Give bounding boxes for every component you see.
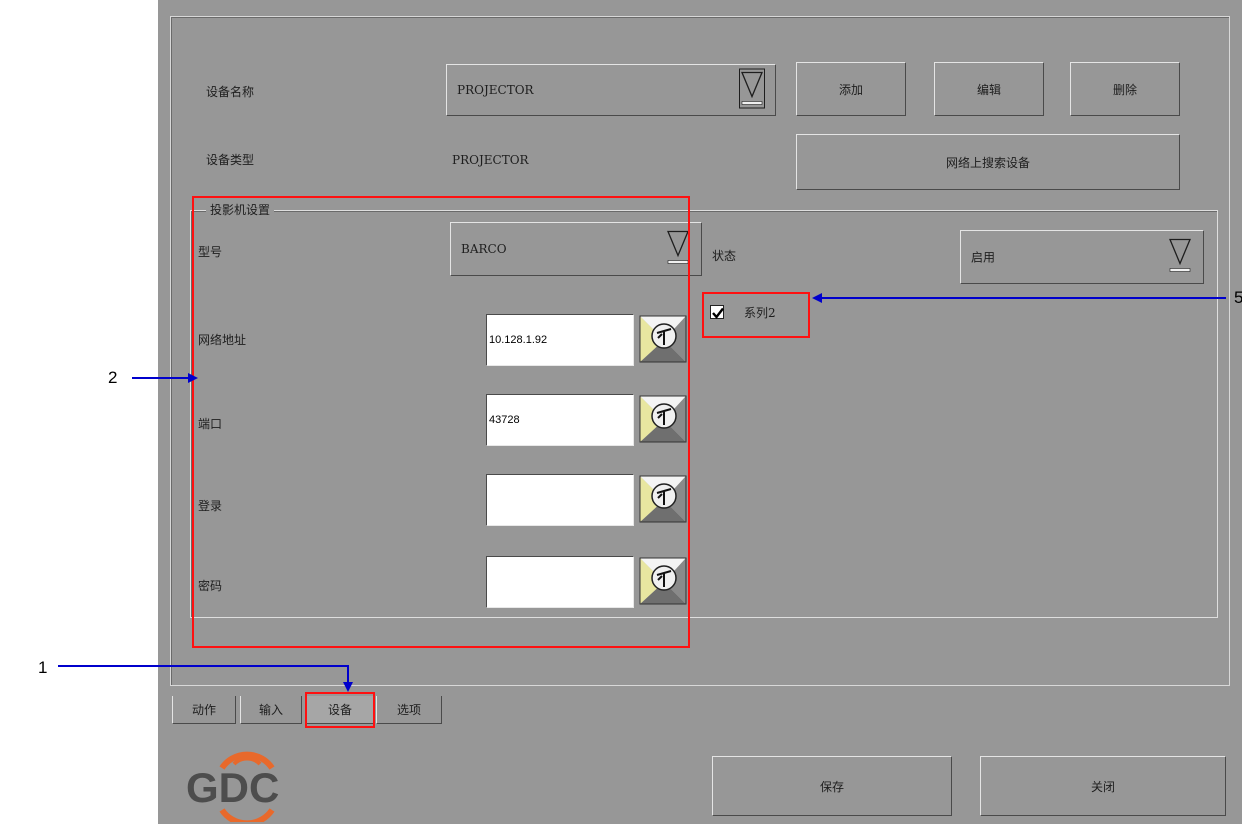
callout-1-arrow xyxy=(58,665,353,692)
callout-arrows xyxy=(58,293,1226,692)
